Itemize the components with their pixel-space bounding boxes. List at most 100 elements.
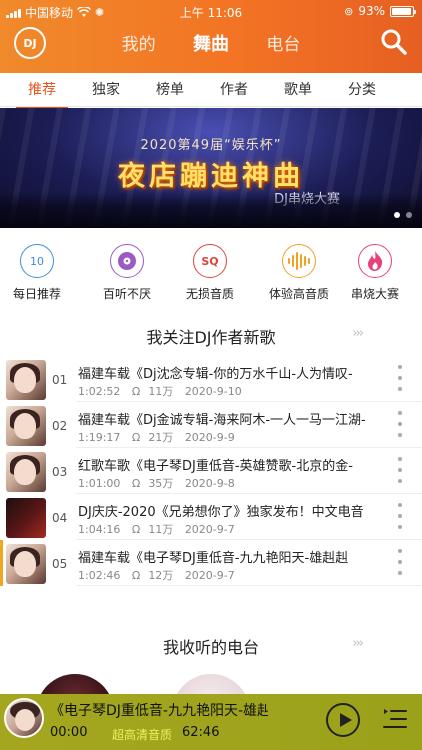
category-tabs: 推荐 独家 榜单 作者 歌单 分类 xyxy=(0,76,422,108)
list-item[interactable]: 05 福建车载《电子琴DJ重低音-九九艳阳天-雄赳赳 1:02:46 Ω 12万 … xyxy=(0,540,422,586)
headphone-icon: Ω xyxy=(131,523,141,536)
song-plays: 12万 xyxy=(148,569,174,582)
song-title: DJ庆庆-2020《兄弟想你了》独家发布！中文电音 xyxy=(78,505,364,520)
search-icon[interactable] xyxy=(380,28,408,56)
song-meta: 1:19:17 Ω 21万 2020-9-9 xyxy=(78,429,243,445)
total-duration: 62:46 xyxy=(182,725,220,740)
page-dot[interactable] xyxy=(406,212,412,218)
now-playing-cover[interactable] xyxy=(4,698,44,738)
list-item[interactable]: 03 红歌车歌《电子琴DJ重低音-英雄赞歌-北京的金- 1:01:00 Ω 35万… xyxy=(6,448,422,494)
song-plays: 35万 xyxy=(148,477,174,490)
tab-radio[interactable]: 电台 xyxy=(266,30,300,55)
flame-icon xyxy=(358,244,392,278)
song-plays: 21万 xyxy=(148,431,174,444)
now-playing-title: 《电子琴DJ重低音-九九艳阳天-雄赳 xyxy=(50,703,268,719)
song-number: 01 xyxy=(52,373,68,387)
song-cover xyxy=(6,406,46,446)
headphone-icon: Ω xyxy=(131,477,141,490)
song-number: 05 xyxy=(52,557,68,571)
divider xyxy=(0,106,422,107)
song-cover xyxy=(6,452,46,492)
cat-tab-categories[interactable]: 分类 xyxy=(330,76,394,106)
top-nav-tabs: 我的 舞曲 电台 xyxy=(0,30,422,56)
banner-pagination xyxy=(394,212,412,218)
song-cover xyxy=(6,360,46,400)
quick-label: 体验高音质 xyxy=(268,287,329,301)
playlist-icon[interactable] xyxy=(382,708,408,730)
quality-label[interactable]: 超高清音质 xyxy=(112,726,172,743)
tab-dance[interactable]: 舞曲 xyxy=(193,30,229,56)
song-number: 03 xyxy=(52,465,68,479)
sq-text: SQ xyxy=(201,254,219,268)
song-title: 福建车载《电子琴DJ重低音-九九艳阳天-雄赳赳 xyxy=(78,551,349,566)
song-list: 01 福建车载《Dj沈念专辑-你的万水千山-人为情叹- 1:02:52 Ω 11万… xyxy=(0,356,422,586)
list-item[interactable]: 04 DJ庆庆-2020《兄弟想你了》独家发布！中文电音 1:04:16 Ω 11… xyxy=(6,494,422,540)
more-options-icon[interactable] xyxy=(398,457,404,483)
cat-tab-exclusive[interactable]: 独家 xyxy=(74,76,138,106)
song-duration: 1:02:46 xyxy=(78,569,121,582)
quick-label: 串烧大赛 xyxy=(350,287,399,301)
song-cover xyxy=(6,498,46,538)
cat-tab-charts[interactable]: 榜单 xyxy=(138,76,202,106)
song-date: 2020-9-10 xyxy=(184,385,242,398)
quick-label: 百听不厌 xyxy=(102,287,151,301)
song-cover xyxy=(6,544,46,584)
sq-icon: SQ xyxy=(193,244,227,278)
more-options-icon[interactable] xyxy=(398,503,404,529)
song-duration: 1:01:00 xyxy=(78,477,121,490)
song-meta: 1:02:52 Ω 11万 2020-9-10 xyxy=(78,383,250,399)
cat-tab-authors[interactable]: 作者 xyxy=(202,76,266,106)
song-duration: 1:04:16 xyxy=(78,523,121,536)
song-title: 红歌车歌《电子琴DJ重低音-英雄赞歌-北京的金- xyxy=(78,459,353,474)
waveform-icon xyxy=(282,244,316,278)
cat-tab-recommend[interactable]: 推荐 xyxy=(10,76,74,108)
app-header: 中国移动 ✺ 上午 11:06 ⊚ 93% DJ 我的 舞曲 电台 xyxy=(0,0,422,73)
song-meta: 1:04:16 Ω 11万 2020-9-7 xyxy=(78,521,243,537)
song-date: 2020-9-7 xyxy=(184,523,235,536)
page-dot-active[interactable] xyxy=(394,212,400,218)
banner-title: 夜店蹦迪神曲 xyxy=(118,161,304,192)
quick-medley-contest[interactable]: 串烧大赛 xyxy=(333,244,417,302)
song-duration: 1:19:17 xyxy=(78,431,121,444)
vinyl-icon xyxy=(110,244,144,278)
play-button[interactable] xyxy=(326,703,360,737)
quick-hq-audio[interactable]: 体验高音质 xyxy=(257,244,341,302)
more-options-icon[interactable] xyxy=(398,411,404,437)
more-options-icon[interactable] xyxy=(398,365,404,391)
double-chevron-right-icon[interactable]: ››› xyxy=(352,326,364,341)
banner-crowd xyxy=(0,192,422,228)
orientation-lock-icon: ⊚ xyxy=(344,4,354,18)
status-bar: 中国移动 ✺ 上午 11:06 ⊚ 93% xyxy=(0,0,422,22)
cat-tab-playlists[interactable]: 歌单 xyxy=(266,76,330,106)
quick-lossless[interactable]: SQ 无损音质 xyxy=(168,244,252,302)
quick-favorites[interactable]: 百听不厌 xyxy=(85,244,169,302)
battery-icon xyxy=(390,5,416,17)
headphone-icon: Ω xyxy=(131,431,141,444)
song-number: 02 xyxy=(52,419,68,433)
song-date: 2020-9-8 xyxy=(184,477,235,490)
quick-daily-recommend[interactable]: 10 每日推荐 xyxy=(0,244,79,302)
battery-percent: 93% xyxy=(358,4,385,18)
song-date: 2020-9-7 xyxy=(184,569,235,582)
headphone-icon: Ω xyxy=(131,385,141,398)
current-time: 00:00 xyxy=(50,725,88,740)
song-plays: 11万 xyxy=(148,523,174,536)
more-options-icon[interactable] xyxy=(398,549,404,575)
song-date: 2020-9-9 xyxy=(184,431,235,444)
song-duration: 1:02:52 xyxy=(78,385,121,398)
song-plays: 11万 xyxy=(148,385,174,398)
song-meta: 1:01:00 Ω 35万 2020-9-8 xyxy=(78,475,243,491)
calendar-10-icon: 10 xyxy=(20,244,54,278)
song-number: 04 xyxy=(52,511,68,525)
headphone-icon: Ω xyxy=(131,569,141,582)
promo-banner[interactable]: 2020第49届“娱乐杯” 夜店蹦迪神曲 DJ串烧大赛 xyxy=(0,108,422,228)
quick-links: 10 每日推荐 百听不厌 SQ 无损音质 体验高音质 串烧大赛 xyxy=(0,244,422,302)
double-chevron-right-icon[interactable]: ››› xyxy=(352,636,364,651)
list-item[interactable]: 02 福建车载《Dj金诚专辑-海来阿木-一人一马一江湖- 1:19:17 Ω 21… xyxy=(6,402,422,448)
song-title: 福建车载《Dj沈念专辑-你的万水千山-人为情叹- xyxy=(78,367,353,382)
list-item[interactable]: 01 福建车载《Dj沈念专辑-你的万水千山-人为情叹- 1:02:52 Ω 11万… xyxy=(6,356,422,402)
quick-label: 每日推荐 xyxy=(12,287,61,301)
mini-player[interactable]: 《电子琴DJ重低音-九九艳阳天-雄赳 00:00 超高清音质 62:46 xyxy=(0,694,422,750)
tab-mine[interactable]: 我的 xyxy=(122,30,156,55)
calendar-day: 10 xyxy=(30,254,44,268)
